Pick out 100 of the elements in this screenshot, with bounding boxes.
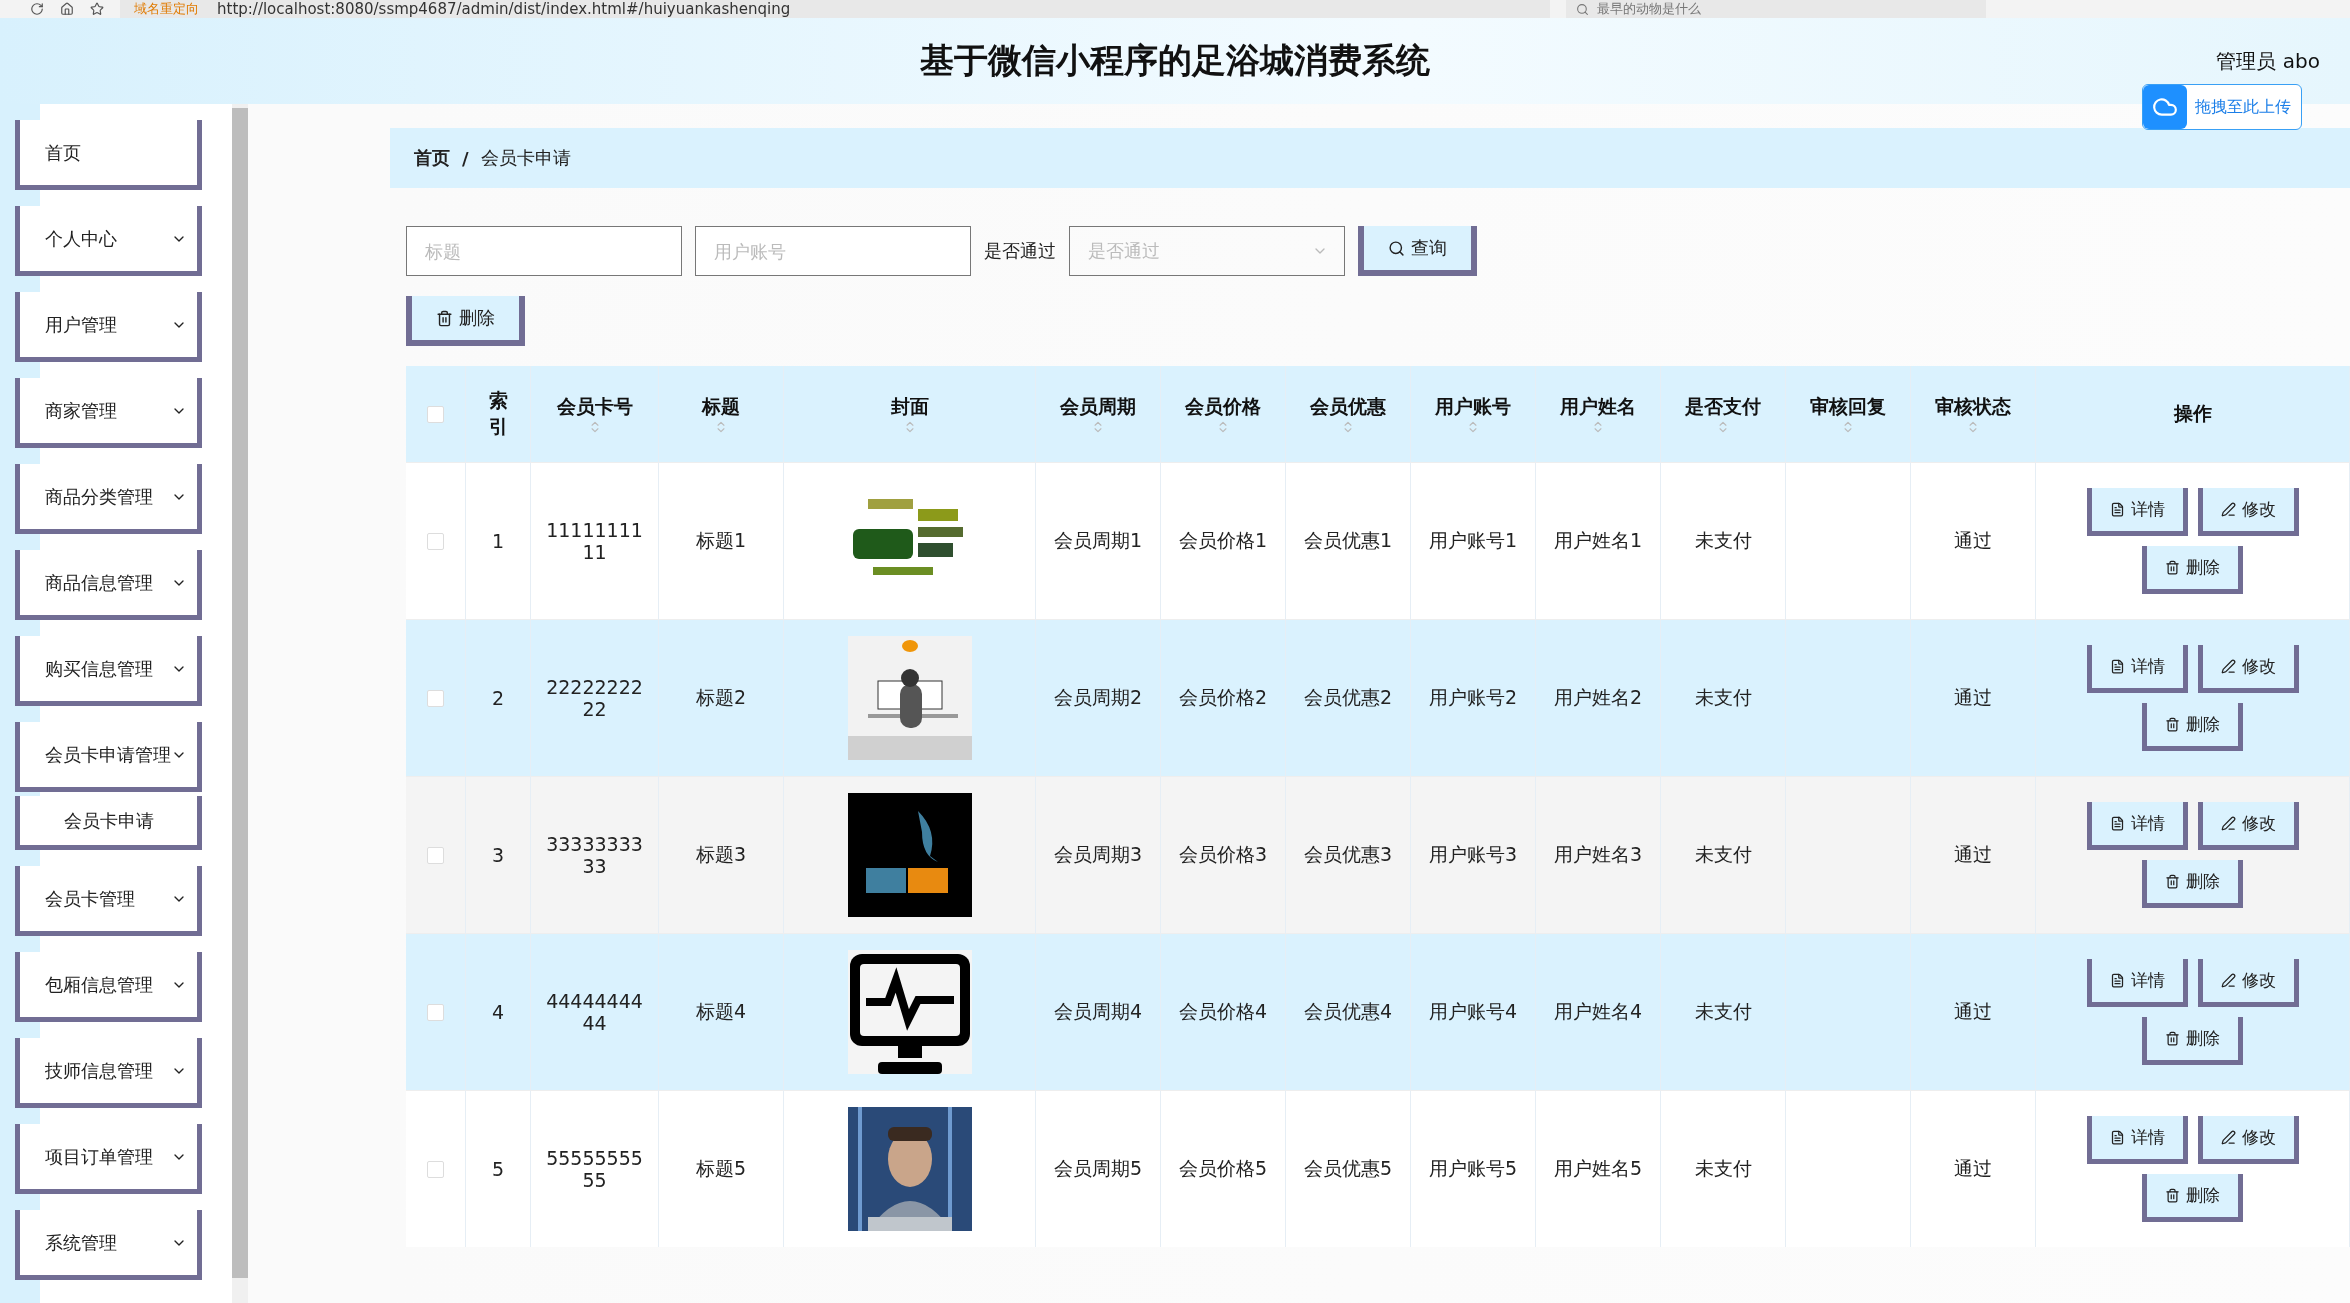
table-cell-text: 2222222222 xyxy=(545,676,644,720)
pen-icon xyxy=(2220,1130,2236,1145)
table-cell-text: 会员优惠4 xyxy=(1303,999,1393,1024)
checkbox[interactable] xyxy=(427,689,444,707)
column-header[interactable]: 用户账号 xyxy=(1411,366,1536,462)
table-cell-text: 用户姓名5 xyxy=(1553,1156,1643,1181)
delete-button[interactable]: 删除 xyxy=(2142,1017,2243,1065)
table-cell-text: 未支付 xyxy=(1694,528,1752,553)
column-header[interactable]: 是否支付 xyxy=(1661,366,1786,462)
reload-icon[interactable] xyxy=(30,2,44,16)
search-button[interactable]: 查询 xyxy=(1358,226,1477,276)
trash-icon xyxy=(436,309,453,327)
star-icon[interactable] xyxy=(90,2,104,16)
details-button[interactable]: 详情 xyxy=(2086,959,2188,1007)
edit-button[interactable]: 修改 xyxy=(2197,802,2299,850)
document-icon xyxy=(2109,816,2125,831)
pen-icon xyxy=(2220,973,2236,988)
trash-icon xyxy=(2165,560,2180,575)
table-cell-text: 会员周期2 xyxy=(1053,685,1143,710)
checkbox[interactable] xyxy=(427,1160,444,1178)
delete-button[interactable]: 删除 xyxy=(2142,703,2243,751)
delete-button[interactable]: 删除 xyxy=(2142,546,2243,594)
sidebar-item[interactable]: 会员卡申请 xyxy=(15,796,202,850)
sidebar-item[interactable]: 会员卡管理 xyxy=(15,866,202,936)
user-label: 管理员 abo xyxy=(2216,48,2320,75)
table-cell-text: 用户账号1 xyxy=(1428,528,1518,553)
table-cell-text: 用户姓名2 xyxy=(1553,685,1643,710)
table-cell-text: 通过 xyxy=(1954,842,1992,867)
details-button[interactable]: 详情 xyxy=(2086,488,2188,536)
input-field[interactable]: 标题 xyxy=(406,226,682,276)
home-icon[interactable] xyxy=(60,2,74,16)
table-cell-text: 未支付 xyxy=(1694,999,1752,1024)
sidebar-item[interactable]: 系统管理 xyxy=(15,1210,202,1280)
sidebar-item[interactable]: 首页 xyxy=(15,120,202,190)
column-header[interactable]: 用户姓名 xyxy=(1536,366,1661,462)
table-cell-text: 通过 xyxy=(1954,685,1992,710)
delete-button[interactable]: 删除 xyxy=(2142,1174,2243,1222)
url-text: http://localhost:8080/ssmp4687/admin/dist/index.html#/huiyuankashenqing xyxy=(217,0,791,18)
sidebar-item[interactable]: 购买信息管理 xyxy=(15,636,202,706)
sidebar-item[interactable]: 商家管理 xyxy=(15,378,202,448)
sidebar-item[interactable]: 个人中心 xyxy=(15,206,202,276)
column-header[interactable]: 会员优惠 xyxy=(1286,366,1411,462)
column-header[interactable]: 审核回复 xyxy=(1786,366,1911,462)
checkbox[interactable] xyxy=(427,405,444,423)
table-cell-text: 用户账号4 xyxy=(1428,999,1518,1024)
input-field[interactable]: 用户账号 xyxy=(695,226,971,276)
table-cell-text: 用户账号2 xyxy=(1428,685,1518,710)
sidebar-item[interactable]: 包厢信息管理 xyxy=(15,952,202,1022)
edit-button[interactable]: 修改 xyxy=(2197,1116,2299,1164)
column-header[interactable]: 封面 xyxy=(784,366,1036,462)
table-cell-text: 5555555555 xyxy=(545,1147,644,1191)
edit-button[interactable]: 修改 xyxy=(2197,645,2299,693)
table-cell-text: 通过 xyxy=(1954,528,1992,553)
sidebar-item[interactable]: 技师信息管理 xyxy=(15,1038,202,1108)
document-icon xyxy=(2109,502,2125,517)
table-cell: 1 xyxy=(491,530,505,552)
column-header[interactable]: 会员卡号 xyxy=(531,366,659,462)
column-header[interactable]: 标题 xyxy=(659,366,784,462)
sidebar-item[interactable]: 商品信息管理 xyxy=(15,550,202,620)
browser-search-field[interactable]: 最早的动物是什么 xyxy=(1566,0,1986,18)
sidebar-item[interactable]: 用户管理 xyxy=(15,292,202,362)
column-header[interactable]: 会员周期 xyxy=(1036,366,1161,462)
table-cell-text: 会员价格3 xyxy=(1178,842,1268,867)
checkbox[interactable] xyxy=(427,1003,444,1021)
document-icon xyxy=(2109,659,2125,674)
trash-icon xyxy=(2165,1031,2180,1046)
search-icon xyxy=(1388,239,1405,257)
details-button[interactable]: 详情 xyxy=(2086,1116,2188,1164)
table-cell-text: 4444444444 xyxy=(545,990,644,1034)
pen-icon xyxy=(2220,816,2236,831)
table-cell-text: 会员价格5 xyxy=(1178,1156,1268,1181)
breadcrumb-link[interactable]: 首页 xyxy=(414,146,450,170)
column-header[interactable]: 会员价格 xyxy=(1161,366,1286,462)
table-cell: 3 xyxy=(491,844,505,866)
table-cell: 4 xyxy=(491,1001,505,1023)
upload-button[interactable]: 拖拽至此上传 xyxy=(2142,84,2302,130)
delete-button[interactable]: 删除 xyxy=(2142,860,2243,908)
column-header[interactable]: 审核状态 xyxy=(1911,366,2036,462)
sidebar-item[interactable]: 项目订单管理 xyxy=(15,1124,202,1194)
edit-button[interactable]: 修改 xyxy=(2197,488,2299,536)
table-cell-text: 会员优惠2 xyxy=(1303,685,1393,710)
edit-button[interactable]: 修改 xyxy=(2197,959,2299,1007)
table-cell-text: 用户姓名3 xyxy=(1553,842,1643,867)
sidebar-item[interactable]: 会员卡申请管理 xyxy=(15,722,202,792)
redirect-label: 域名重定向 xyxy=(134,0,199,18)
table-cell-text: 会员价格1 xyxy=(1178,528,1268,553)
sidebar-item[interactable]: 商品分类管理 xyxy=(15,464,202,534)
scrollbar-thumb[interactable] xyxy=(232,108,248,1278)
address-bar[interactable]: 域名重定向 http://localhost:8080/ssmp4687/admin/dist/index.html#/huiyuankashenqing xyxy=(120,0,1550,18)
delete-button[interactable]: 删除 xyxy=(406,296,525,346)
checkbox[interactable] xyxy=(427,532,444,550)
table-cell: 2 xyxy=(491,687,505,709)
breadcrumb-separator: / xyxy=(462,147,469,169)
table-cell-text: 标题5 xyxy=(695,1156,747,1181)
checkbox[interactable] xyxy=(427,846,444,864)
table-cell-text: 会员周期1 xyxy=(1053,528,1143,553)
pen-icon xyxy=(2220,502,2236,517)
details-button[interactable]: 详情 xyxy=(2086,645,2188,693)
table-cell-text: 会员周期3 xyxy=(1053,842,1143,867)
details-button[interactable]: 详情 xyxy=(2086,802,2188,850)
